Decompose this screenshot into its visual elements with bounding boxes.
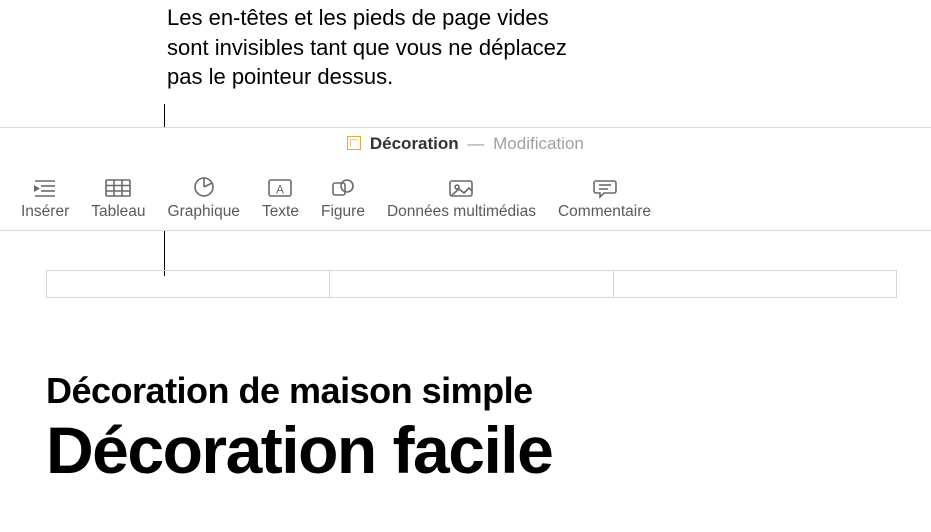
table-button[interactable]: Tableau xyxy=(80,177,156,221)
header-field-left[interactable] xyxy=(47,271,330,297)
document-status: Modification xyxy=(493,134,584,153)
callout-text: Les en-têtes et les pieds de page vides … xyxy=(167,3,587,92)
comment-label: Commentaire xyxy=(558,203,651,221)
table-label: Tableau xyxy=(91,203,145,221)
shape-icon xyxy=(330,177,356,199)
document-subtitle[interactable]: Décoration de maison simple xyxy=(46,370,897,412)
shape-button[interactable]: Figure xyxy=(310,177,376,221)
text-icon: A xyxy=(267,177,293,199)
pages-doc-icon xyxy=(347,136,361,150)
table-icon xyxy=(104,177,132,199)
svg-text:A: A xyxy=(276,183,284,197)
chart-button[interactable]: Graphique xyxy=(157,175,251,221)
chart-icon xyxy=(192,175,216,199)
shape-label: Figure xyxy=(321,203,365,221)
header-field-right[interactable] xyxy=(614,271,896,297)
document-name[interactable]: Décoration xyxy=(370,134,459,153)
media-button[interactable]: Données multimédias xyxy=(376,177,547,221)
comment-button[interactable]: Commentaire xyxy=(547,177,662,221)
document-page: Décoration de maison simple Décoration f… xyxy=(0,231,931,532)
media-label: Données multimédias xyxy=(387,203,536,221)
titlebar: Décoration — Modification xyxy=(0,134,931,154)
media-icon xyxy=(447,177,475,199)
text-label: Texte xyxy=(262,203,299,221)
toolbar: Insérer Tableau xyxy=(0,175,931,221)
page-header-fields xyxy=(46,270,897,298)
titlebar-separator: — xyxy=(463,134,488,153)
document-title[interactable]: Décoration facile xyxy=(46,416,897,485)
insert-icon xyxy=(33,177,57,199)
header-field-center[interactable] xyxy=(330,271,613,297)
text-button[interactable]: A Texte xyxy=(251,177,310,221)
insert-button[interactable]: Insérer xyxy=(10,177,80,221)
chart-label: Graphique xyxy=(168,203,240,221)
comment-icon xyxy=(592,177,618,199)
toolbar-region: Décoration — Modification Insérer xyxy=(0,127,931,231)
insert-label: Insérer xyxy=(21,203,69,221)
